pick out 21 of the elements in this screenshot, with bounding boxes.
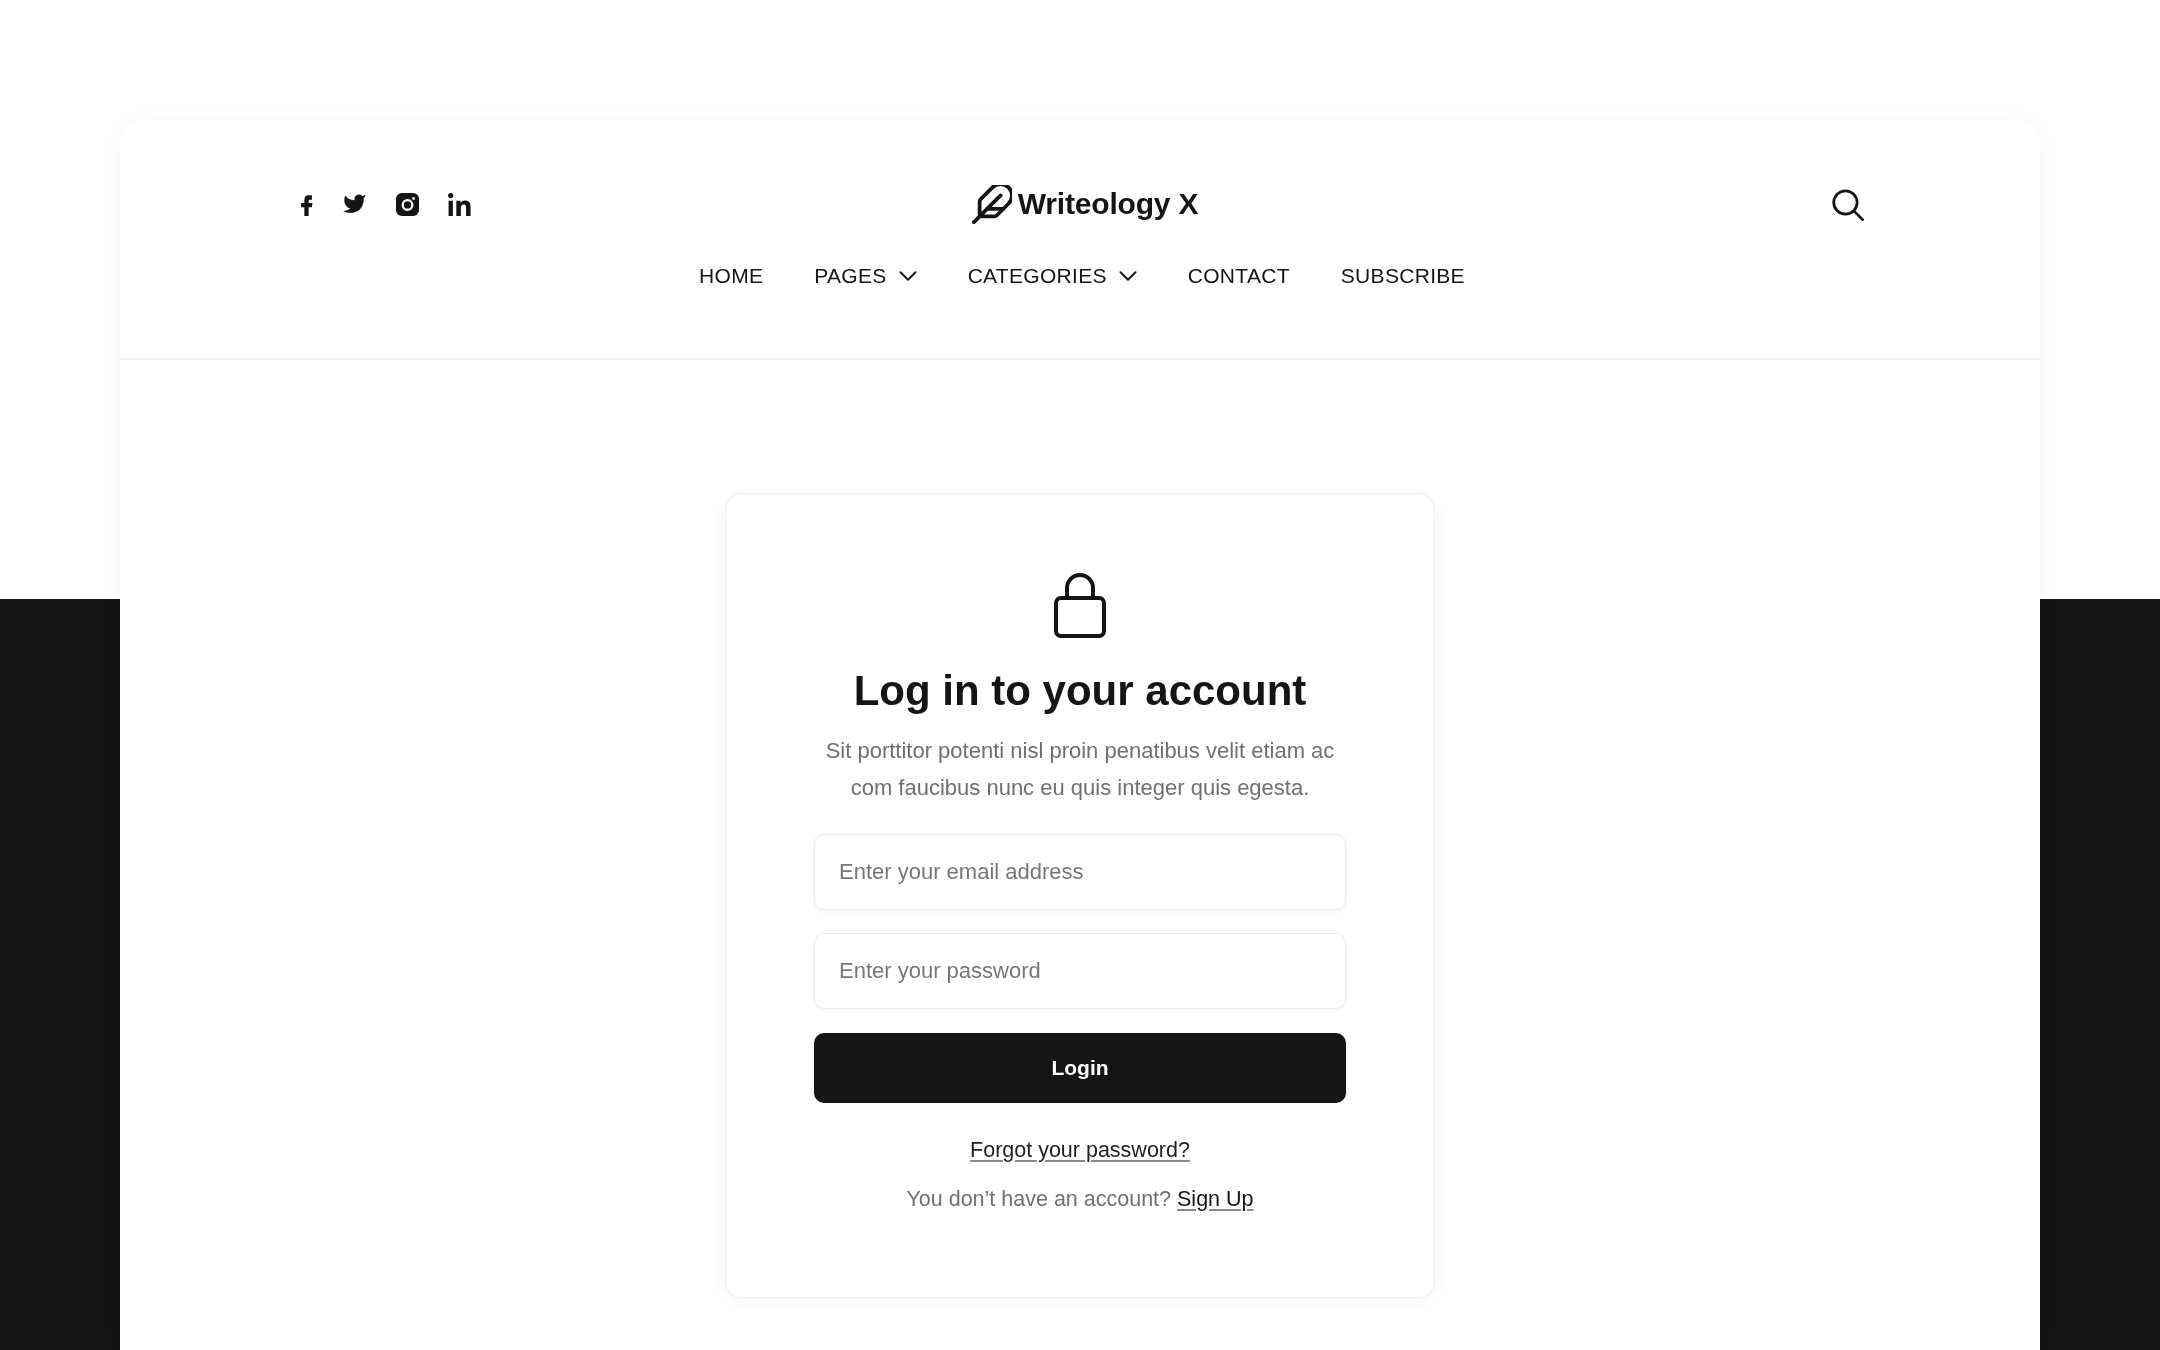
linkedin-icon[interactable] [448, 192, 471, 216]
forgot-password-link[interactable]: Forgot your password? [970, 1135, 1190, 1165]
nav-link[interactable]: PAGES [814, 261, 917, 291]
nav-link[interactable]: SUBSCRIBE [1340, 261, 1465, 291]
site-logo[interactable]: Writeology X [965, 184, 1199, 224]
search-icon[interactable] [1831, 187, 1864, 221]
signup-link[interactable]: Sign Up [1177, 1187, 1254, 1211]
login-button[interactable]: Login [814, 1033, 1346, 1103]
nav-link[interactable]: CONTACT [1187, 261, 1290, 291]
lock-icon [1054, 572, 1106, 638]
instagram-icon[interactable] [396, 192, 419, 216]
login-title: Log in to your account [853, 666, 1307, 716]
input-field[interactable]: Enter your password [814, 933, 1346, 1009]
twitter-icon[interactable] [342, 194, 367, 214]
nav-link[interactable]: HOME [699, 261, 764, 291]
input-field[interactable]: Enter your email address [814, 834, 1346, 910]
nav-link[interactable]: CATEGORIES [967, 261, 1137, 291]
login-description: Sit porttitor potenti nisl proin penatibus velit etiam ac com faucibus nunc eu quis integer quis egesta. [824, 737, 1336, 802]
feather-icon [971, 184, 1012, 224]
facebook-icon[interactable] [300, 192, 313, 216]
signup-prompt: You don’t have an account? Sign Up [906, 1186, 1254, 1213]
